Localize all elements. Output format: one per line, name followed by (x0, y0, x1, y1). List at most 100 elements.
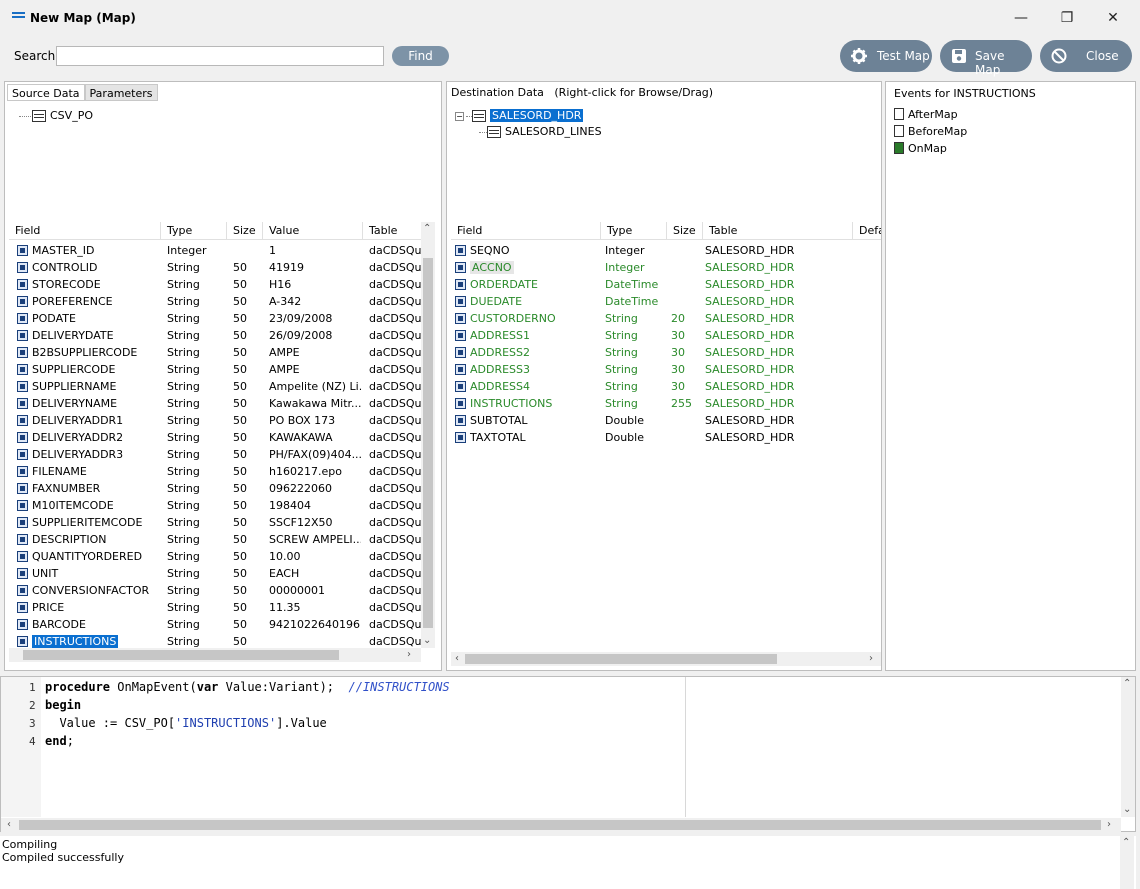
table-row[interactable]: ACCNO Integer SALESORD_HDR (451, 259, 881, 276)
col-field[interactable]: Field (451, 222, 601, 240)
table-row[interactable]: SEQNO Integer SALESORD_HDR (451, 242, 881, 259)
table-row[interactable]: PODATE String 50 23/09/2008 daCDSQue (9, 310, 421, 327)
table-row[interactable]: ADDRESS1 String 30 SALESORD_HDR (451, 327, 881, 344)
col-type[interactable]: Type (161, 222, 227, 240)
col-type[interactable]: Type (601, 222, 667, 240)
table-row[interactable]: PRICE String 50 11.35 daCDSQue (9, 599, 421, 616)
event-onmap[interactable]: OnMap (894, 141, 947, 157)
minimize-icon[interactable]: — (998, 4, 1044, 32)
table-row[interactable]: ADDRESS4 String 30 SALESORD_HDR (451, 378, 881, 395)
table-row[interactable]: INSTRUCTIONS String 50 daCDSQue. (9, 633, 421, 648)
scroll-left-icon[interactable]: ‹ (7, 820, 11, 830)
table-row[interactable]: TAXTOTAL Double SALESORD_HDR (451, 429, 881, 446)
scroll-right-icon[interactable]: › (869, 654, 873, 664)
col-default[interactable]: Defau (853, 222, 881, 240)
scroll-up-icon[interactable]: ⌃ (1122, 838, 1130, 848)
table-row[interactable]: MASTER_ID Integer 1 daCDSQue (9, 242, 421, 259)
tab-parameters[interactable]: Parameters (84, 84, 158, 101)
table-cell: daCDSQue (369, 601, 421, 614)
scroll-up-icon[interactable]: ⌃ (423, 224, 431, 234)
collapse-icon[interactable]: − (455, 111, 464, 121)
col-table[interactable]: Table (363, 222, 421, 240)
save-map-button[interactable]: Save Map (940, 40, 1032, 77)
value-cell: 23/09/2008 (269, 312, 333, 325)
col-size[interactable]: Size (667, 222, 703, 240)
col-value[interactable]: Value (263, 222, 363, 240)
close-button[interactable]: Close (1040, 40, 1132, 72)
event-aftermap[interactable]: AfterMap (894, 107, 958, 123)
scroll-down-icon[interactable]: ⌄ (423, 636, 431, 646)
scroll-up-icon[interactable]: ⌃ (1123, 679, 1131, 689)
table-row[interactable]: ADDRESS2 String 30 SALESORD_HDR (451, 344, 881, 361)
field-name: ADDRESS1 (470, 329, 531, 342)
col-size[interactable]: Size (227, 222, 263, 240)
code-editor[interactable]: 1 2 3 4 procedure OnMapEvent(var Value:V… (0, 676, 1136, 832)
table-row[interactable]: BARCODE String 50 9421022640196 daCDSQue (9, 616, 421, 633)
scroll-down-icon[interactable]: ⌄ (1123, 805, 1131, 815)
scroll-left-icon[interactable]: ‹ (455, 654, 459, 664)
table-row[interactable]: STORECODE String 50 H16 daCDSQue (9, 276, 421, 293)
scroll-thumb[interactable] (423, 258, 433, 628)
restore-icon[interactable]: ❐ (1044, 4, 1090, 32)
field-name: ADDRESS4 (470, 380, 531, 393)
table-row[interactable]: DELIVERYADDR1 String 50 PO BOX 173 daCDSQue (9, 412, 421, 429)
size-cell: 50 (233, 601, 247, 614)
tree-node-csv-po[interactable]: CSV_PO (19, 108, 93, 124)
field-cell: PRICE (17, 599, 161, 616)
table-row[interactable]: B2BSUPPLIERCODE String 50 AMPE daCDSQue (9, 344, 421, 361)
search-input[interactable] (56, 46, 384, 66)
editor-hscrollbar[interactable]: ‹ › (1, 818, 1121, 832)
event-beforemap[interactable]: BeforeMap (894, 124, 967, 140)
col-field[interactable]: Field (9, 222, 161, 240)
source-hscrollbar[interactable]: › (9, 648, 421, 662)
table-row[interactable]: UNIT String 50 EACH daCDSQue (9, 565, 421, 582)
tree-node-salesord-hdr[interactable]: − SALESORD_HDR (455, 108, 584, 124)
table-row[interactable]: SUBTOTAL Double SALESORD_HDR (451, 412, 881, 429)
scroll-right-icon[interactable]: › (1107, 820, 1111, 830)
table-row[interactable]: INSTRUCTIONS String 255 SALESORD_HDR (451, 395, 881, 412)
table-row[interactable]: SUPPLIERNAME String 50 Ampelite (NZ) Li... d… (9, 378, 421, 395)
table-row[interactable]: FILENAME String 50 h160217.epo daCDSQue (9, 463, 421, 480)
cancel-icon (1051, 48, 1067, 64)
scroll-thumb[interactable] (465, 654, 777, 664)
table-row[interactable]: QUANTITYORDERED String 50 10.00 daCDSQue (9, 548, 421, 565)
scroll-thumb[interactable] (23, 650, 339, 660)
table-row[interactable]: ADDRESS3 String 30 SALESORD_HDR (451, 361, 881, 378)
table-row[interactable]: DELIVERYADDR3 String 50 PH/FAX(09)404... daC… (9, 446, 421, 463)
type-cell: String (605, 329, 638, 342)
tab-source-data[interactable]: Source Data (7, 84, 85, 101)
table-row[interactable]: DUEDATE DateTime SALESORD_HDR (451, 293, 881, 310)
table-row[interactable]: FAXNUMBER String 50 096222060 daCDSQue (9, 480, 421, 497)
size-cell: 50 (233, 516, 247, 529)
table-row[interactable]: CUSTORDERNO String 20 SALESORD_HDR (451, 310, 881, 327)
table-row[interactable]: DESCRIPTION String 50 SCREW AMPELI... daCDSQ… (9, 531, 421, 548)
events-header: Events for INSTRUCTIONS (894, 87, 1036, 100)
size-cell: 255 (671, 397, 692, 410)
table-row[interactable]: CONVERSIONFACTOR String 50 00000001 daCDSQue (9, 582, 421, 599)
table-row[interactable]: DELIVERYADDR2 String 50 KAWAKAWA daCDSQue (9, 429, 421, 446)
find-button[interactable]: Find (392, 46, 449, 66)
destination-hscrollbar[interactable]: ‹ › (451, 652, 881, 666)
type-cell: String (605, 363, 638, 376)
table-row[interactable]: DELIVERYNAME String 50 Kawakawa Mitr... daCD… (9, 395, 421, 412)
table-row[interactable]: SUPPLIERITEMCODE String 50 SSCF12X50 daCDSQu… (9, 514, 421, 531)
editor-vscrollbar[interactable]: ⌃ ⌄ (1121, 677, 1135, 817)
table-row[interactable]: POREFERENCE String 50 A-342 daCDSQue (9, 293, 421, 310)
scroll-thumb[interactable] (19, 820, 1101, 830)
table-row[interactable]: M10ITEMCODE String 50 198404 daCDSQue (9, 497, 421, 514)
col-table[interactable]: Table (703, 222, 853, 240)
table-icon (32, 110, 46, 122)
field-icon (17, 499, 28, 511)
field-icon (17, 618, 28, 630)
source-vscrollbar[interactable]: ⌃ ⌄ (421, 222, 435, 648)
test-map-button[interactable]: Test Map (840, 40, 932, 72)
table-row[interactable]: CONTROLID String 50 41919 daCDSQue (9, 259, 421, 276)
scroll-right-icon[interactable]: › (407, 650, 411, 660)
field-icon (455, 431, 466, 443)
close-window-icon[interactable]: ✕ (1090, 4, 1136, 32)
table-row[interactable]: ORDERDATE DateTime SALESORD_HDR (451, 276, 881, 293)
tree-node-salesord-lines[interactable]: SALESORD_LINES (479, 124, 602, 140)
table-row[interactable]: DELIVERYDATE String 50 26/09/2008 daCDSQue (9, 327, 421, 344)
output-vscrollbar[interactable]: ⌃ (1120, 836, 1134, 889)
table-row[interactable]: SUPPLIERCODE String 50 AMPE daCDSQue (9, 361, 421, 378)
